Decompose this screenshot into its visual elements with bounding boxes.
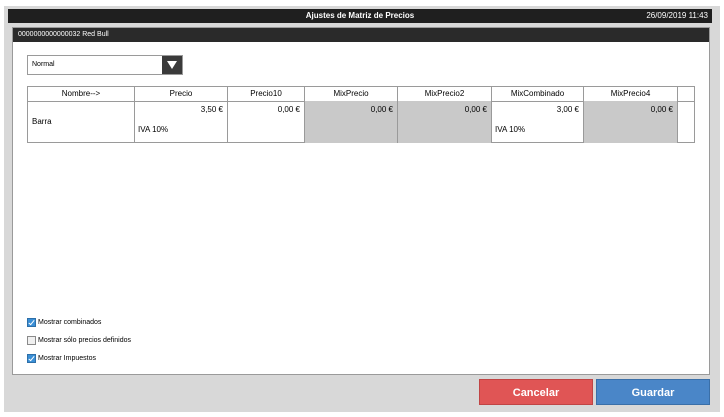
grid-scroll-gutter (678, 101, 694, 143)
option-mostrar-solo-definidos[interactable]: Mostrar sólo precios definidos (27, 336, 227, 348)
price-value: 3,00 € (556, 105, 579, 114)
window-title: Ajustes de Matriz de Precios (305, 11, 415, 20)
price-cell-mixprecio4: 0,00 € (584, 101, 678, 143)
save-button[interactable]: Guardar (596, 379, 710, 405)
column-header-mixcombinado: MixCombinado (492, 87, 584, 101)
title-bar: Ajustes de Matriz de Precios 26/09/2019 … (8, 9, 712, 23)
cancel-button[interactable]: Cancelar (479, 379, 593, 405)
column-header-precio10: Precio10 (228, 87, 305, 101)
row-name-cell: Barra (28, 101, 135, 143)
price-value: 3,50 € (200, 105, 223, 114)
option-mostrar-impuestos[interactable]: Mostrar Impuestos (27, 354, 227, 366)
price-mode-dropdown[interactable]: Normal (27, 55, 183, 75)
checkbox[interactable] (27, 354, 36, 363)
dropdown-value: Normal (32, 61, 55, 68)
price-value: 0,00 € (370, 105, 393, 114)
product-header: 0000000000000032 Red Bull (13, 28, 709, 42)
price-matrix-panel: 0000000000000032 Red Bull Normal Nombre-… (12, 27, 710, 375)
price-value: 0,00 € (277, 105, 300, 114)
price-value: 0,00 € (650, 105, 673, 114)
column-header-mixprecio2: MixPrecio2 (398, 87, 492, 101)
chevron-down-icon[interactable] (162, 56, 182, 74)
checkbox-label: Mostrar sólo precios definidos (38, 337, 131, 344)
column-header-nombre: Nombre--> (28, 87, 135, 101)
price-cell-mixprecio2: 0,00 € (398, 101, 492, 143)
row-label: Barra (32, 117, 52, 126)
datetime-label: 26/09/2019 11:43 (646, 11, 708, 20)
table-row: Barra 3,50 € IVA 10% 0,00 € 0,00 € 0,00 … (28, 101, 694, 143)
price-cell-mixcombinado[interactable]: 3,00 € IVA 10% (492, 101, 584, 143)
price-grid: Nombre--> Precio Precio10 MixPrecio MixP… (27, 86, 695, 143)
checkbox-label: Mostrar combinados (38, 319, 102, 326)
price-value: 0,00 € (464, 105, 487, 114)
checkbox[interactable] (27, 318, 36, 327)
column-header-precio: Precio (135, 87, 228, 101)
checkbox-label: Mostrar Impuestos (38, 355, 96, 362)
price-cell-mixprecio: 0,00 € (305, 101, 398, 143)
tax-label: IVA 10% (138, 125, 169, 134)
price-cell-precio[interactable]: 3,50 € IVA 10% (135, 101, 228, 143)
checkbox[interactable] (27, 336, 36, 345)
tax-label: IVA 10% (495, 125, 526, 134)
option-mostrar-combinados[interactable]: Mostrar combinados (27, 318, 227, 330)
column-header-mixprecio4: MixPrecio4 (584, 87, 678, 101)
column-header-mixprecio: MixPrecio (305, 87, 398, 101)
price-cell-precio10[interactable]: 0,00 € (228, 101, 305, 143)
grid-header-row: Nombre--> Precio Precio10 MixPrecio MixP… (28, 87, 694, 102)
